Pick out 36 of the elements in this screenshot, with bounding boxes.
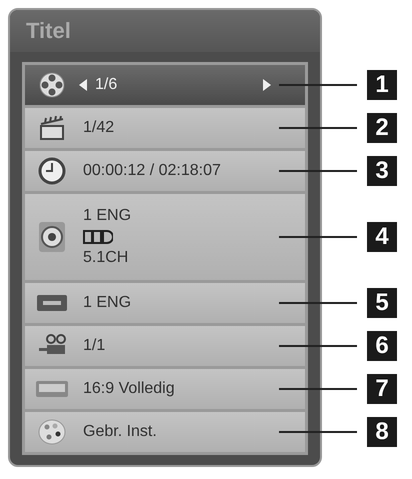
clock-icon [38, 157, 66, 185]
menu-item[interactable]: 00:00:12 / 02:18:07 [25, 151, 305, 191]
menu-item[interactable]: 16:9 Volledig [25, 369, 305, 409]
screen-icon [36, 381, 68, 397]
callout-number: 8 [367, 417, 397, 447]
item-value: Gebr. Inst. [83, 423, 158, 441]
clapperboard-icon [38, 116, 66, 140]
item-value: 1/1 [83, 337, 106, 355]
item-value: 1/6 [95, 76, 118, 94]
menu-item[interactable]: 1 ENG 5.1CH [25, 194, 305, 280]
menu-item[interactable]: Gebr. Inst. [25, 412, 305, 452]
subtitle-icon [37, 295, 67, 311]
item-value: 00:00:12 / 02:18:07 [83, 162, 222, 180]
callout-number: 6 [367, 331, 397, 361]
item-value: 1 ENG [83, 294, 132, 312]
callout-number: 4 [367, 222, 397, 252]
right-arrow-icon[interactable] [263, 79, 271, 91]
item-value: 5.1CH [83, 249, 130, 267]
left-arrow-icon[interactable] [79, 79, 87, 91]
film-reel-icon [39, 72, 65, 98]
callout-number: 5 [367, 288, 397, 318]
menu-item[interactable]: 1/6 [25, 65, 305, 105]
menu-item[interactable]: 1/1 [25, 326, 305, 366]
palette-icon [38, 419, 66, 445]
callout-number: 1 [367, 70, 397, 100]
callout-number: 7 [367, 374, 397, 404]
menu-title: Titel [26, 18, 71, 44]
item-value: 1/42 [83, 119, 116, 137]
callout-number: 3 [367, 156, 397, 186]
callout-number: 2 [367, 113, 397, 143]
dolby-logo-icon [83, 230, 113, 244]
menu-item[interactable]: 1 ENG [25, 283, 305, 323]
speaker-icon [38, 221, 66, 253]
menu-item[interactable]: 1/42 [25, 108, 305, 148]
item-value: 1 ENG [83, 207, 132, 225]
item-value: 16:9 Volledig [83, 380, 176, 398]
